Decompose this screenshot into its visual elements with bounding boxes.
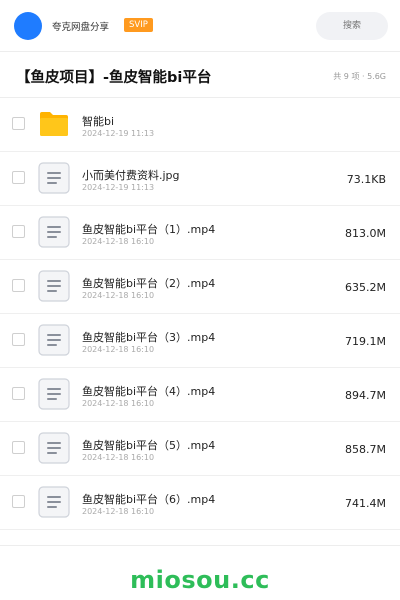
file-list: 智能bi 2024-12-19 11:13 小而美付费资料.jpg 2024-12-1… (0, 98, 400, 530)
top-header: 夸克网盘分享 SVIP (0, 0, 400, 52)
folder-meta: 共 9 项 · 5.6G (333, 72, 386, 81)
file-size: 719.1M (345, 335, 386, 348)
footer: miosou.cc (0, 545, 400, 600)
row-checkbox[interactable] (12, 171, 25, 184)
row-checkbox[interactable] (12, 333, 25, 346)
file-row[interactable]: 鱼皮智能bi平台（6）.mp4 2024-12-18 16:10 741.4M (0, 476, 400, 530)
file-date: 2024-12-18 16:10 (82, 345, 155, 354)
row-checkbox[interactable] (12, 225, 25, 238)
file-size: 813.0M (345, 227, 386, 240)
document-icon (38, 378, 70, 410)
file-name[interactable]: 鱼皮智能bi平台（2）.mp4 (82, 275, 215, 291)
folder-icon (38, 108, 70, 140)
file-size: 73.1KB (346, 173, 386, 186)
file-row[interactable]: 小而美付费资料.jpg 2024-12-19 11:13 73.1KB (0, 152, 400, 206)
file-row[interactable]: 鱼皮智能bi平台（3）.mp4 2024-12-18 16:10 719.1M (0, 314, 400, 368)
document-icon (38, 324, 70, 356)
brand-logo-text: miosou.cc (130, 566, 270, 594)
file-date: 2024-12-18 16:10 (82, 237, 155, 246)
folder-title-bar: 【鱼皮项目】-鱼皮智能bi平台 共 9 项 · 5.6G (0, 52, 400, 98)
file-name[interactable]: 鱼皮智能bi平台（5）.mp4 (82, 437, 215, 453)
file-name[interactable]: 小而美付费资料.jpg (82, 167, 180, 183)
file-row[interactable]: 鱼皮智能bi平台（1）.mp4 2024-12-18 16:10 813.0M (0, 206, 400, 260)
file-name[interactable]: 鱼皮智能bi平台（4）.mp4 (82, 383, 215, 399)
file-date: 2024-12-19 11:13 (82, 129, 155, 138)
file-date: 2024-12-19 11:13 (82, 183, 155, 192)
avatar[interactable] (14, 12, 42, 40)
file-name[interactable]: 鱼皮智能bi平台（6）.mp4 (82, 491, 215, 507)
search-input[interactable] (316, 12, 388, 40)
document-icon (38, 216, 70, 248)
document-icon (38, 162, 70, 194)
svip-badge: SVIP (124, 18, 153, 32)
file-row[interactable]: 鱼皮智能bi平台（4）.mp4 2024-12-18 16:10 894.7M (0, 368, 400, 422)
row-checkbox[interactable] (12, 279, 25, 292)
file-date: 2024-12-18 16:10 (82, 453, 155, 462)
share-title: 夸克网盘分享 (52, 22, 110, 33)
file-size: 858.7M (345, 443, 386, 456)
file-size: 894.7M (345, 389, 386, 402)
file-date: 2024-12-18 16:10 (82, 399, 155, 408)
document-icon (38, 432, 70, 464)
document-icon (38, 486, 70, 518)
file-name[interactable]: 鱼皮智能bi平台（1）.mp4 (82, 221, 215, 237)
row-checkbox[interactable] (12, 387, 25, 400)
file-date: 2024-12-18 16:10 (82, 507, 155, 516)
row-checkbox[interactable] (12, 495, 25, 508)
file-date: 2024-12-18 16:10 (82, 291, 155, 300)
page-title: 【鱼皮项目】-鱼皮智能bi平台 (16, 70, 212, 86)
row-checkbox[interactable] (12, 117, 25, 130)
file-row[interactable]: 鱼皮智能bi平台（2）.mp4 2024-12-18 16:10 635.2M (0, 260, 400, 314)
file-size: 741.4M (345, 497, 386, 510)
folder-row[interactable]: 智能bi 2024-12-19 11:13 (0, 98, 400, 152)
file-size: 635.2M (345, 281, 386, 294)
file-name[interactable]: 智能bi (82, 113, 114, 129)
file-row[interactable]: 鱼皮智能bi平台（5）.mp4 2024-12-18 16:10 858.7M (0, 422, 400, 476)
document-icon (38, 270, 70, 302)
file-name[interactable]: 鱼皮智能bi平台（3）.mp4 (82, 329, 215, 345)
row-checkbox[interactable] (12, 441, 25, 454)
